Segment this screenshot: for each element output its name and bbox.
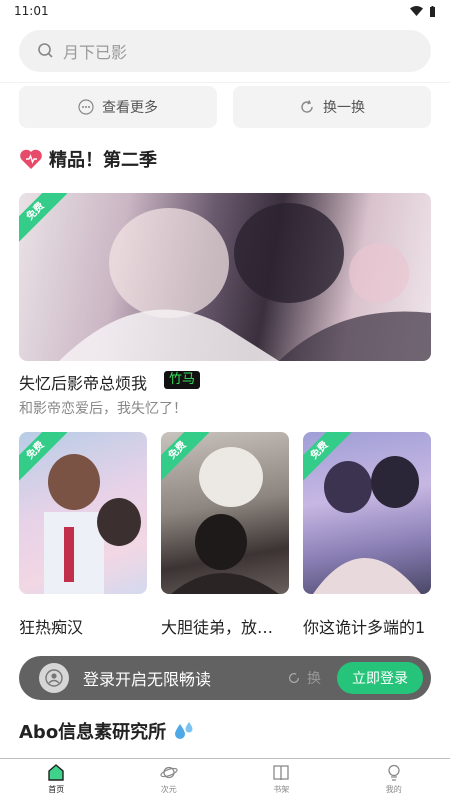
comic-title[interactable]: 狂热痴汉 [19,614,147,638]
nav-profile-label: 我的 [385,785,402,794]
comic-title[interactable]: 大胆徒弟，放… [161,614,289,638]
section-title-label: Abo信息素研究所 [19,722,167,743]
profile-icon [388,764,400,781]
refresh-peek: 换 [287,668,321,688]
featured-title[interactable]: 失忆后影帝总烦我 [19,370,147,394]
refresh-peek-label: 换 [307,671,321,687]
see-more-label: 查看更多 [102,100,158,116]
featured-subtitle: 和影帝恋爱后，我失忆了！ [19,401,187,417]
search-bar[interactable]: 月下已影 [19,30,431,72]
wifi-icon [410,6,423,16]
refresh-icon [289,673,299,683]
more-dots-icon [78,99,94,115]
refresh-button[interactable]: 换一换 [233,86,431,128]
nav-dimension-label: 次元 [160,785,177,794]
nav-home-label: 首页 [48,785,65,794]
see-more-button[interactable]: 查看更多 [19,86,217,128]
user-icon [45,669,63,687]
nav-profile[interactable]: 我的 [338,759,450,800]
nav-dimension[interactable]: 次元 [113,759,226,800]
comic-cover[interactable]: 免费 [19,432,147,594]
bottom-nav: 首页 次元 书架 我的 [0,758,450,800]
comic-cover[interactable]: 免费 [303,432,431,594]
home-icon [48,764,64,781]
refresh-label: 换一换 [323,100,365,116]
divider [0,82,450,83]
refresh-icon [301,100,313,113]
search-placeholder: 月下已影 [63,43,128,62]
planet-icon [160,766,178,779]
login-prompt: 登录开启无限畅读 [83,670,212,689]
featured-cover[interactable]: 免费 [19,193,431,361]
comic-cover[interactable]: 免费 [161,432,289,594]
droplets-icon [175,722,193,739]
login-button[interactable]: 立即登录 [337,662,423,694]
section-title-label: 精品！第二季 [49,150,157,171]
section-title-abo: Abo信息素研究所 [19,718,196,744]
book-icon [273,765,289,781]
nav-bookshelf[interactable]: 书架 [225,759,338,800]
section-title-featured: 精品！第二季 [19,146,157,172]
status-time: 11:01 [14,4,49,18]
featured-cover-art [59,203,431,361]
search-icon [38,43,53,58]
nav-bookshelf-label: 书架 [273,785,290,794]
heart-icon [20,149,42,169]
battery-icon [430,5,435,17]
avatar [39,663,69,693]
login-banner[interactable]: 登录开启无限畅读 换 立即登录 [19,656,431,700]
comic-title[interactable]: 你这诡计多端的1 [303,614,433,638]
featured-badge: 竹马 [164,371,201,389]
status-bar: 11:01 [0,0,450,22]
nav-home[interactable]: 首页 [0,759,113,800]
